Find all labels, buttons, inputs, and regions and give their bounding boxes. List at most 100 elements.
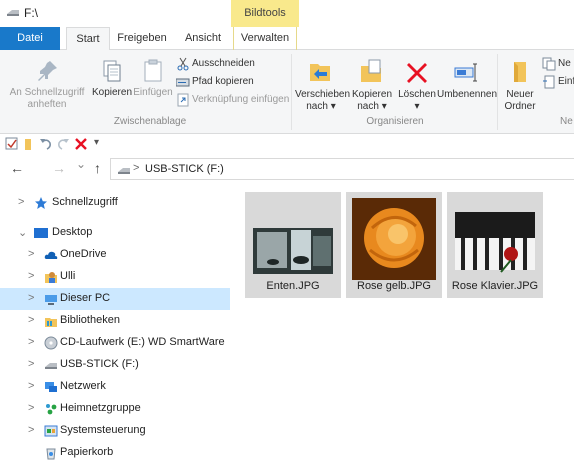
nav-item-user[interactable]: > Ulli	[0, 266, 230, 288]
copy-button[interactable]: Kopieren	[90, 58, 134, 99]
file-name: Rose Klavier.JPG	[451, 280, 539, 292]
move-to-button[interactable]: Verschieben nach ▾	[295, 58, 350, 113]
forward-button[interactable]: →	[52, 160, 66, 176]
nav-item-homegroup[interactable]: > Heimnetzgruppe	[0, 398, 230, 420]
nav-label: Papierkorb	[60, 446, 114, 458]
nav-item-network[interactable]: > Netzwerk	[0, 376, 230, 398]
nav-item-control-panel[interactable]: > Systemsteuerung	[0, 420, 230, 442]
expand-chevron[interactable]: >	[28, 314, 34, 326]
tab-file[interactable]: Datei	[0, 27, 60, 50]
file-tile[interactable]: Rose gelb.JPG	[346, 192, 442, 298]
paste-shortcut-label: Verknüpfung einfügen	[192, 94, 290, 105]
expand-chevron[interactable]: >	[28, 270, 34, 282]
nav-item-cd-drive[interactable]: > CD-Laufwerk (E:) WD SmartWare	[0, 332, 230, 354]
quick-access-toolbar: ▾	[0, 134, 574, 154]
expand-chevron[interactable]: >	[28, 424, 34, 436]
move-to-icon	[310, 64, 330, 81]
rename-button[interactable]: Umbenennen	[437, 58, 498, 101]
expand-chevron[interactable]: >	[18, 196, 24, 208]
tab-view[interactable]: Ansicht	[178, 27, 228, 50]
cut-button[interactable]: Ausschneiden	[176, 56, 286, 72]
cloud-icon	[44, 251, 58, 259]
nav-label: Schnellzugriff	[52, 196, 118, 208]
paste-button[interactable]: Einfügen	[133, 58, 173, 99]
delete-qat-icon[interactable]	[74, 137, 88, 151]
redo-icon[interactable]	[56, 137, 70, 151]
path-icon	[176, 78, 190, 87]
tab-start[interactable]: Start	[66, 27, 110, 51]
easy-access-label: Einf	[558, 76, 574, 87]
easy-access-button[interactable]: Einf	[542, 74, 574, 90]
tab-share[interactable]: Freigeben	[114, 27, 170, 50]
file-tile[interactable]: Rose Klavier.JPG	[447, 192, 543, 298]
properties-check-icon[interactable]	[5, 137, 19, 151]
nav-label: Bibliotheken	[60, 314, 120, 326]
copy-icon	[103, 60, 121, 82]
nav-label: OneDrive	[60, 248, 107, 260]
expand-chevron[interactable]: >	[28, 336, 34, 348]
shortcut-icon	[177, 93, 189, 107]
nav-item-quick-access[interactable]: > Schnellzugriff	[0, 192, 230, 214]
navigation-row: ← → ⌄ ↑ > USB-STICK (F:)	[0, 154, 574, 184]
nav-label: Dieser PC	[60, 292, 111, 304]
pin-label-1: An Schnellzugriff	[9, 87, 85, 98]
window-title: F:\	[24, 6, 38, 20]
address-bar[interactable]: > USB-STICK (F:)	[110, 158, 574, 180]
nav-item-onedrive[interactable]: > OneDrive	[0, 244, 230, 266]
navigation-pane: > Schnellzugriff ⌄ Desktop > OneDrive > …	[0, 186, 232, 475]
rename-label: Umbenennen	[437, 89, 498, 100]
cut-label: Ausschneiden	[192, 58, 255, 69]
copy-to-button[interactable]: Kopieren nach ▾	[349, 58, 395, 113]
nav-item-usb-stick[interactable]: > USB-STICK (F:)	[0, 354, 230, 376]
pin-quick-access-button[interactable]: An Schnellzugriff anheften	[2, 58, 92, 111]
delete-label: Löschen	[398, 89, 436, 100]
paste-shortcut-button[interactable]: Verknüpfung einfügen	[176, 92, 290, 108]
expand-chevron[interactable]: >	[28, 292, 34, 304]
collapse-chevron[interactable]: ⌄	[18, 226, 27, 239]
nav-item-recycle-bin[interactable]: Papierkorb	[0, 442, 230, 464]
file-tile[interactable]: Enten.JPG	[245, 192, 341, 298]
up-button[interactable]: ↑	[94, 160, 101, 176]
file-name: Enten.JPG	[266, 280, 320, 292]
breadcrumb-current[interactable]: USB-STICK (F:)	[145, 163, 224, 175]
new-item-button[interactable]: Ne	[542, 56, 574, 72]
expand-chevron[interactable]: >	[28, 402, 34, 414]
back-button[interactable]: ←	[10, 160, 24, 176]
new-folder-icon	[514, 62, 526, 82]
new-folder-qat-icon[interactable]	[22, 137, 36, 151]
recycle-bin-icon	[46, 448, 56, 460]
nav-item-desktop[interactable]: ⌄ Desktop	[0, 222, 230, 244]
nav-item-this-pc[interactable]: > Dieser PC	[0, 288, 230, 310]
new-folder-label-1: Neuer	[506, 89, 534, 100]
control-panel-icon	[44, 425, 58, 437]
homegroup-icon	[46, 404, 57, 415]
qat-customize-arrow[interactable]: ▾	[94, 137, 99, 148]
move-to-label-2: nach ▾	[306, 101, 336, 112]
nav-label: USB-STICK (F:)	[60, 358, 139, 370]
clipboard-group-label: Zwischenablage	[113, 116, 187, 127]
expand-chevron[interactable]: >	[28, 358, 34, 370]
tab-manage[interactable]: Verwalten	[233, 27, 297, 50]
recent-locations-button[interactable]: ⌄	[76, 157, 86, 171]
computer-icon	[45, 295, 57, 305]
new-folder-button[interactable]: Neuer Ordner	[500, 58, 540, 113]
new-folder-label-2: Ordner	[504, 101, 536, 112]
usb-drive-icon	[7, 10, 19, 16]
expand-chevron[interactable]: >	[28, 248, 34, 260]
ribbon-separator	[291, 54, 292, 130]
nav-item-libraries[interactable]: > Bibliotheken	[0, 310, 230, 332]
title-bar: F:\ Bildtools	[0, 0, 574, 27]
easy-access-icon	[543, 75, 555, 89]
new-item-label: Ne	[558, 58, 571, 69]
copy-path-button[interactable]: Pfad kopieren	[176, 74, 286, 90]
network-icon	[45, 382, 57, 392]
delete-button[interactable]: Löschen ▾	[397, 58, 437, 113]
undo-icon[interactable]	[39, 137, 53, 151]
new-item-icon	[542, 57, 556, 71]
star-icon	[35, 197, 47, 209]
nav-label: Systemsteuerung	[60, 424, 146, 436]
copy-to-label-2: nach ▾	[357, 101, 387, 112]
expand-chevron[interactable]: >	[28, 380, 34, 392]
breadcrumb-separator: >	[133, 162, 140, 174]
nav-label: Desktop	[52, 226, 93, 238]
